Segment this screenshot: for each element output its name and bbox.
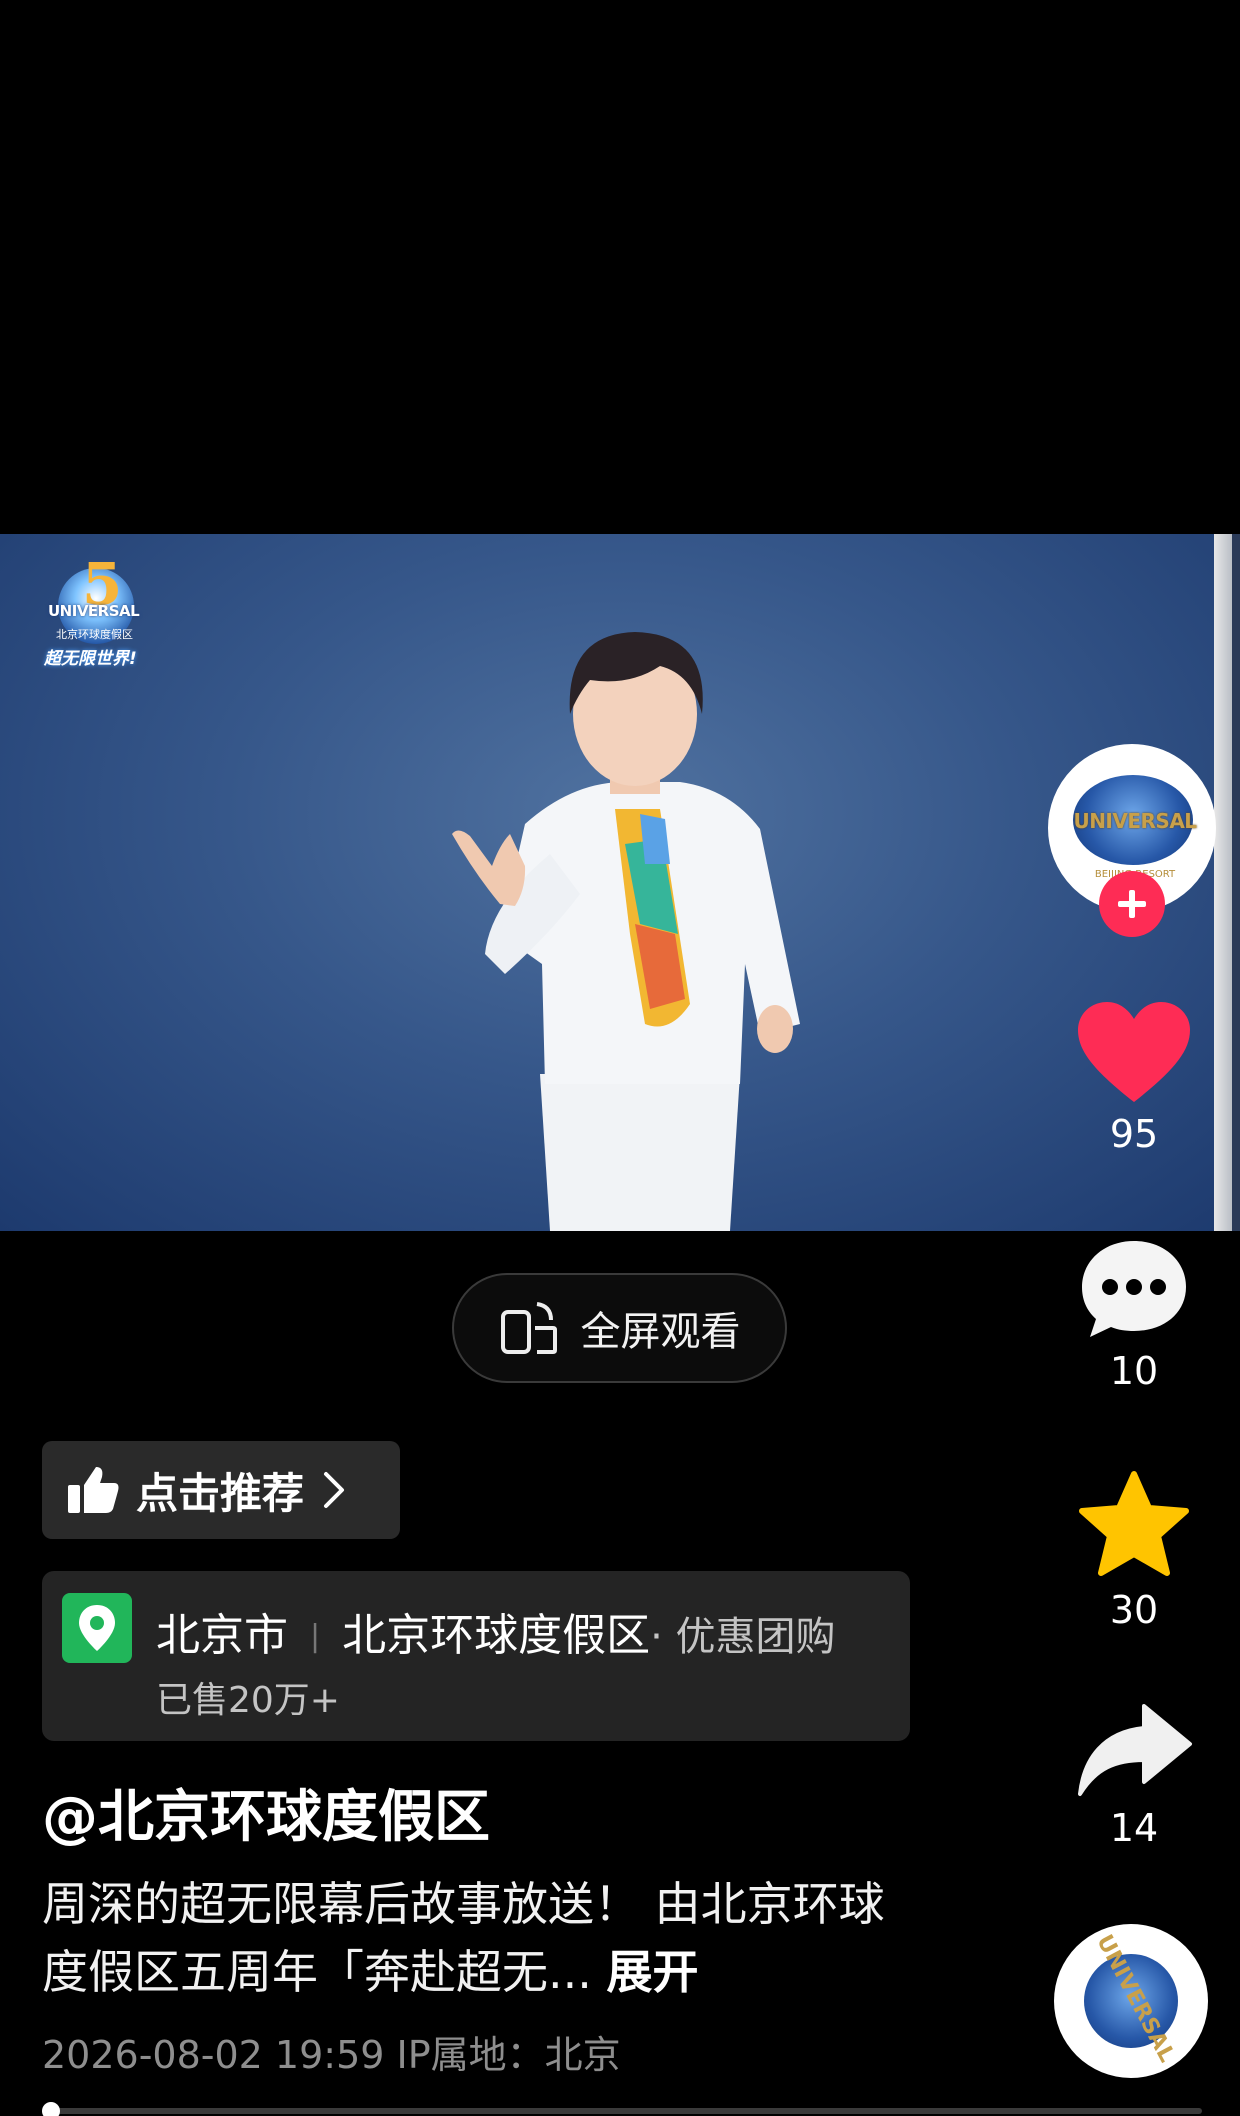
universal-5th-anniversary-logo: 5 UNIVERSAL 北京环球度假区 超无限世界! — [44, 550, 140, 669]
thumbs-up-icon — [68, 1467, 119, 1513]
like-count: 95 — [1109, 1112, 1159, 1156]
rotate-screen-icon — [500, 1302, 557, 1354]
fullscreen-button[interactable]: 全屏观看 — [452, 1273, 787, 1383]
comment-icon — [1082, 1241, 1186, 1337]
recommend-label: 点击推荐 — [136, 1468, 305, 1518]
recommend-button[interactable]: 点击推荐 — [42, 1441, 400, 1539]
comment-count: 10 — [1109, 1349, 1159, 1393]
video-subject-figure — [452, 632, 800, 1231]
location-card[interactable]: 北京市 | 北京环球度假区· 优惠团购 已售20万+ — [42, 1571, 910, 1741]
light-stand — [1214, 534, 1232, 1231]
fullscreen-label: 全屏观看 — [580, 1309, 741, 1355]
comment-button[interactable]: 10 — [1064, 1237, 1204, 1393]
poi-sold-count: 已售20万+ — [156, 1680, 340, 1721]
follow-button[interactable] — [1099, 871, 1165, 937]
progress-knob[interactable] — [42, 2102, 60, 2116]
favorite-count: 30 — [1109, 1588, 1159, 1632]
location-pin-icon — [62, 1593, 132, 1663]
poi-tag: · 优惠团购 — [650, 1614, 836, 1660]
music-disc-avatar[interactable]: UNIVERSAL — [1054, 1924, 1208, 2078]
heart-icon — [1078, 1002, 1190, 1102]
like-button[interactable]: 95 — [1064, 1000, 1204, 1156]
post-meta: 2026-08-02 19:59 IP属地：北京 — [42, 2033, 621, 2077]
plus-icon — [1118, 890, 1146, 918]
share-arrow-icon — [1078, 1704, 1192, 1796]
star-icon — [1079, 1471, 1189, 1576]
author-name[interactable]: @北京环球度假区 — [42, 1772, 490, 1853]
video-progress-bar[interactable] — [42, 2102, 1202, 2116]
video-player[interactable]: 5 UNIVERSAL 北京环球度假区 超无限世界! — [0, 534, 1240, 1231]
post-description: 周深的超无限幕后故事放送！ 由北京环球度假区五周年「奔赴超无... 展开 — [42, 1877, 885, 1999]
background-edge — [1232, 534, 1240, 1231]
expand-button[interactable]: 展开 — [607, 1945, 699, 1999]
share-count: 14 — [1109, 1806, 1159, 1850]
share-button[interactable]: 14 — [1064, 1702, 1204, 1850]
poi-name: 北京环球度假区 — [342, 1610, 651, 1661]
favorite-button[interactable]: 30 — [1064, 1470, 1204, 1632]
poi-city: 北京市 — [156, 1610, 288, 1661]
chevron-right-icon — [324, 1472, 345, 1508]
